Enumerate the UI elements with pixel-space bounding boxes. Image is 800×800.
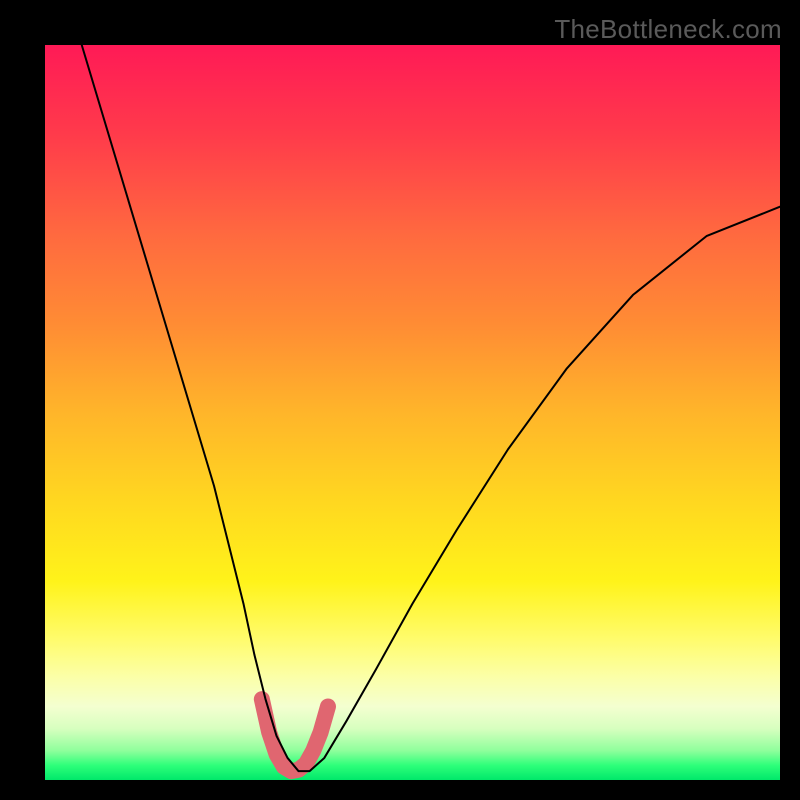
chart-frame: TheBottleneck.com (0, 0, 800, 800)
black-curve-path (82, 45, 780, 771)
curves-svg (45, 45, 780, 780)
pink-band-path (262, 699, 328, 771)
plot-area (45, 45, 780, 780)
watermark-label: TheBottleneck.com (554, 14, 782, 45)
